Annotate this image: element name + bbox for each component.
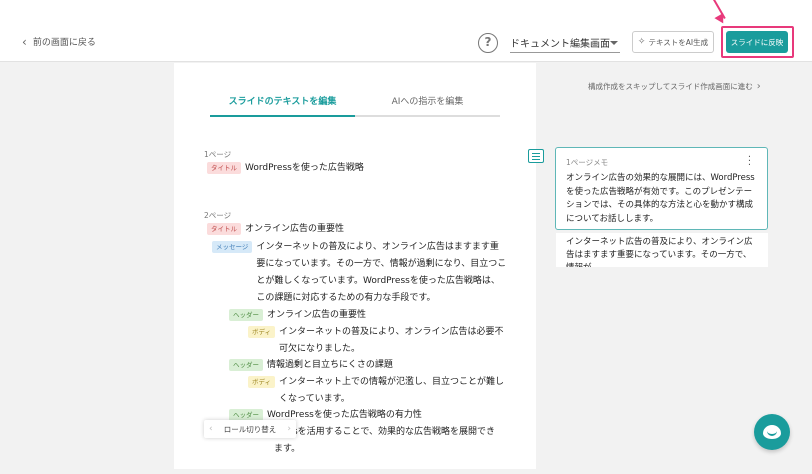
role-switch-control[interactable]: ‹ ロール切り替え › [204,420,296,438]
editor-tabs: スライドのテキストを編集 AIへの指示を編集 [210,93,500,117]
list-item[interactable]: ヘッダー オンライン広告の重要性 [229,307,366,324]
memo-text[interactable]: インターネット広告の普及により、オンライン広告はますます重要になっています。その… [566,236,758,267]
line-text[interactable]: WordPressを使った広告戦略 [245,160,364,177]
list-item[interactable]: ボディ インターネット上での情報が氾濫し、目立つことが難しくなっています。 [248,374,509,408]
line-text[interactable]: Pressを活用することで、効果的な広告戦略を展開できます。 [274,424,504,458]
chevron-right-icon[interactable]: › [287,424,291,434]
list-item[interactable]: メッセージ インターネットの普及により、オンライン広告はますます重要になっていま… [212,239,506,307]
skip-label: 構成作成をスキップしてスライド作成画面に進む [588,82,753,91]
line-text[interactable]: オンライン広告の重要性 [245,221,344,238]
more-options-icon[interactable]: · · · [748,153,751,171]
chevron-right-icon: › [756,81,761,92]
page-label: 2ページ [204,211,232,220]
ai-generate-label: テキストをAI生成 [648,37,709,47]
page-label: 1ページ [204,150,232,159]
tab-edit-slide-text[interactable]: スライドのテキストを編集 [210,93,355,117]
list-item[interactable]: Pressを活用することで、効果的な広告戦略を展開できます。 [274,424,504,458]
line-text[interactable]: インターネットの普及により、オンライン広告は必要不可欠になりました。 [279,324,509,358]
app-header: ‹ 前の画面に戻る ? ドキュメント編集画面 ✧ テキストをAI生成 スライドに… [0,0,812,62]
skip-to-slide-link[interactable]: 構成作成をスキップしてスライド作成画面に進む › [588,81,761,92]
view-select[interactable]: ドキュメント編集画面 [510,33,620,53]
sparkle-icon: ✧ [637,37,646,47]
caret-down-icon [610,40,618,45]
chevron-left-icon: ‹ [22,34,27,49]
memo-card[interactable]: 1ページメモ · · · オンライン広告の効果的な展開には、WordPressを使っ… [555,147,768,230]
role-switch-label: ロール切り替え [223,424,277,434]
role-badge[interactable]: ヘッダー [229,309,263,321]
role-badge[interactable]: ボディ [248,376,276,388]
back-label: 前の画面に戻る [32,38,96,48]
role-badge[interactable]: タイトル [207,223,241,235]
memo-title: 1ページメモ [566,158,609,167]
list-item[interactable]: タイトル WordPressを使った広告戦略 [207,160,364,177]
memo-card[interactable]: インターネット広告の普及により、オンライン広告はますます重要になっています。その… [556,233,768,267]
chat-icon [763,425,781,439]
tab-edit-ai-instructions[interactable]: AIへの指示を編集 [355,93,500,115]
text-editor-panel: スライドのテキストを編集 AIへの指示を編集 1ページ タイトル WordPre… [174,63,536,469]
line-text[interactable]: 情報過剰と目立ちにくさの課題 [267,357,393,374]
reflect-to-slides-button[interactable]: スライドに反映 [726,31,788,53]
line-text[interactable]: インターネットの普及により、オンライン広告はますます重要になっています。その一方… [256,239,506,307]
memo-text[interactable]: オンライン広告の効果的な展開には、WordPressを使った広告戦略が有効です。… [566,172,757,226]
role-badge[interactable]: タイトル [207,162,241,174]
chevron-left-icon[interactable]: ‹ [209,424,213,434]
line-text[interactable]: インターネット上での情報が氾濫し、目立つことが難しくなっています。 [279,374,509,408]
role-badge[interactable]: ボディ [248,326,276,338]
role-badge[interactable]: メッセージ [212,241,253,253]
list-item[interactable]: ボディ インターネットの普及により、オンライン広告は必要不可欠になりました。 [248,324,509,358]
line-text[interactable]: オンライン広告の重要性 [267,307,366,324]
back-link[interactable]: ‹ 前の画面に戻る [22,34,96,49]
role-badge[interactable]: ヘッダー [229,359,263,371]
chat-support-button[interactable] [754,414,790,450]
memo-icon[interactable] [528,149,544,163]
help-icon[interactable]: ? [478,33,498,53]
ai-generate-button[interactable]: ✧ テキストをAI生成 [632,31,714,53]
view-select-value: ドキュメント編集画面 [510,39,610,50]
list-item[interactable]: タイトル オンライン広告の重要性 [207,221,344,238]
list-item[interactable]: ヘッダー 情報過剰と目立ちにくさの課題 [229,357,393,374]
